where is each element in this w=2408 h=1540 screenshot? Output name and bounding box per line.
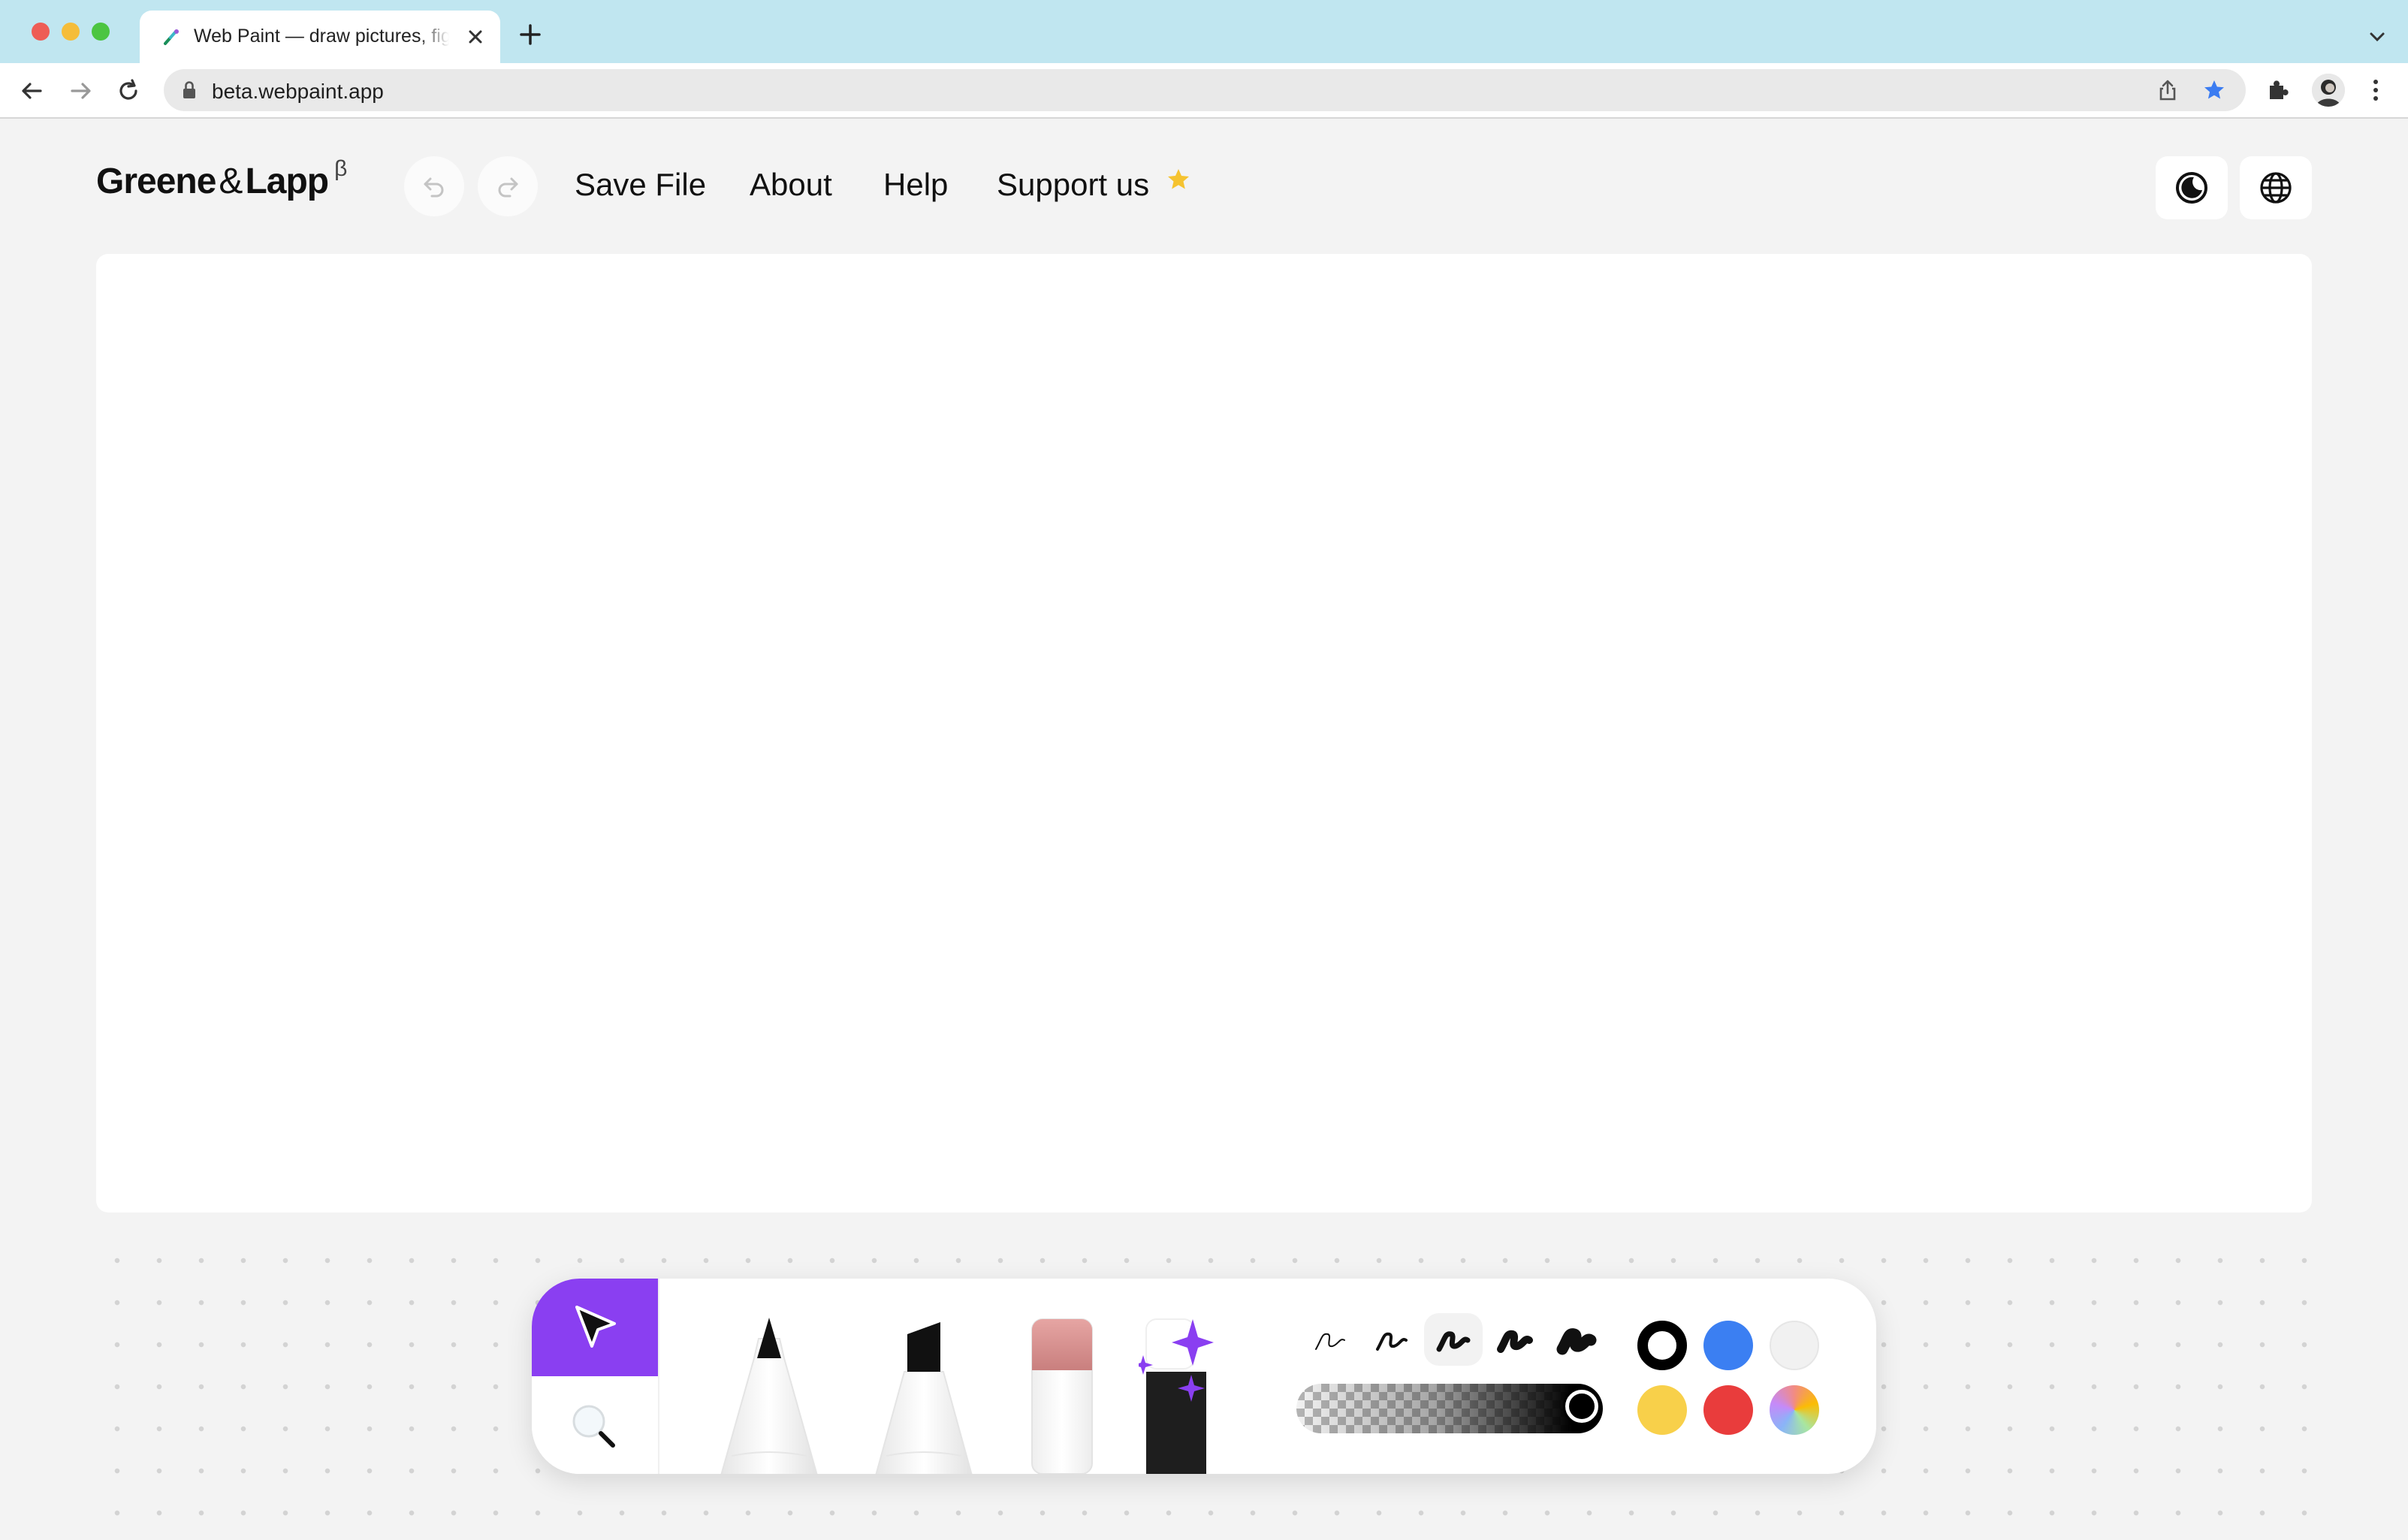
help-link[interactable]: Help (883, 167, 948, 203)
undo-icon (421, 173, 448, 200)
browser-tab[interactable]: Web Paint — draw pictures, figures (140, 11, 500, 63)
reload-icon[interactable] (114, 77, 143, 105)
color-swatch-red[interactable] (1703, 1385, 1753, 1435)
opacity-slider[interactable] (1296, 1384, 1603, 1433)
browser-toolbar: beta.webpaint.app (0, 63, 2408, 119)
address-bar[interactable]: beta.webpaint.app (164, 69, 2246, 111)
brush-size-1[interactable] (1301, 1313, 1359, 1366)
paint-favicon-icon (161, 27, 182, 48)
logo-text-greene: Greene (96, 162, 216, 201)
brush-size-5[interactable] (1547, 1313, 1606, 1366)
lock-icon (180, 80, 198, 101)
color-swatch-white[interactable] (1770, 1321, 1819, 1370)
save-file-link[interactable]: Save File (575, 167, 706, 203)
color-swatch-yellow[interactable] (1637, 1385, 1687, 1435)
opacity-slider-handle[interactable] (1565, 1390, 1598, 1423)
theme-toggle-button[interactable] (2156, 156, 2228, 219)
color-swatch-black-selected[interactable] (1637, 1321, 1687, 1370)
about-link[interactable]: About (750, 167, 832, 203)
magnifier-icon (566, 1399, 623, 1456)
redo-icon (494, 173, 521, 200)
color-swatch-custom-rainbow[interactable] (1770, 1385, 1819, 1435)
undo-button[interactable] (404, 156, 464, 216)
new-tab-icon[interactable] (517, 21, 544, 48)
kebab-menu-icon[interactable] (2364, 77, 2387, 104)
back-icon[interactable] (18, 77, 47, 105)
close-window-button[interactable] (32, 23, 50, 41)
chevron-down-icon[interactable] (2366, 26, 2388, 48)
url-text: beta.webpaint.app (212, 80, 384, 103)
eraser-tool[interactable] (1030, 1318, 1094, 1474)
globe-icon (2258, 170, 2294, 206)
zoom-tool-button[interactable] (532, 1376, 658, 1474)
close-tab-icon[interactable] (464, 26, 487, 48)
tab-title: Web Paint — draw pictures, figures (194, 26, 449, 47)
magic-wand-tool[interactable] (1139, 1318, 1236, 1474)
extensions-icon[interactable] (2264, 77, 2291, 104)
brush-size-3-selected[interactable] (1424, 1313, 1483, 1366)
minimize-window-button[interactable] (62, 23, 80, 41)
select-tool-button[interactable] (532, 1279, 658, 1376)
brush-size-2[interactable] (1362, 1313, 1421, 1366)
star-icon (1166, 167, 1191, 192)
support-us-link[interactable]: Support us (997, 167, 1149, 203)
beta-badge: β (334, 156, 347, 181)
brush-size-4[interactable] (1486, 1313, 1544, 1366)
dock-divider (658, 1279, 659, 1474)
browser-tab-strip: Web Paint — draw pictures, figures (0, 0, 2408, 63)
profile-avatar[interactable] (2312, 74, 2345, 107)
cursor-icon (569, 1301, 620, 1352)
logo-text-lapp: Lapp (245, 162, 329, 201)
tool-dock (532, 1279, 1876, 1474)
maximize-window-button[interactable] (92, 23, 110, 41)
marker-tool[interactable] (871, 1316, 976, 1474)
moon-icon (2174, 170, 2210, 206)
redo-button[interactable] (478, 156, 538, 216)
drawing-canvas[interactable] (96, 254, 2312, 1212)
color-swatch-blue[interactable] (1703, 1321, 1753, 1370)
share-icon[interactable] (2156, 78, 2180, 102)
bookmark-star-icon[interactable] (2202, 78, 2226, 102)
app-logo[interactable]: Greene&Lapp β (96, 156, 347, 202)
language-button[interactable] (2240, 156, 2312, 219)
forward-icon[interactable] (66, 77, 95, 105)
pencil-tool[interactable] (717, 1316, 822, 1474)
logo-ampersand: & (219, 162, 243, 201)
